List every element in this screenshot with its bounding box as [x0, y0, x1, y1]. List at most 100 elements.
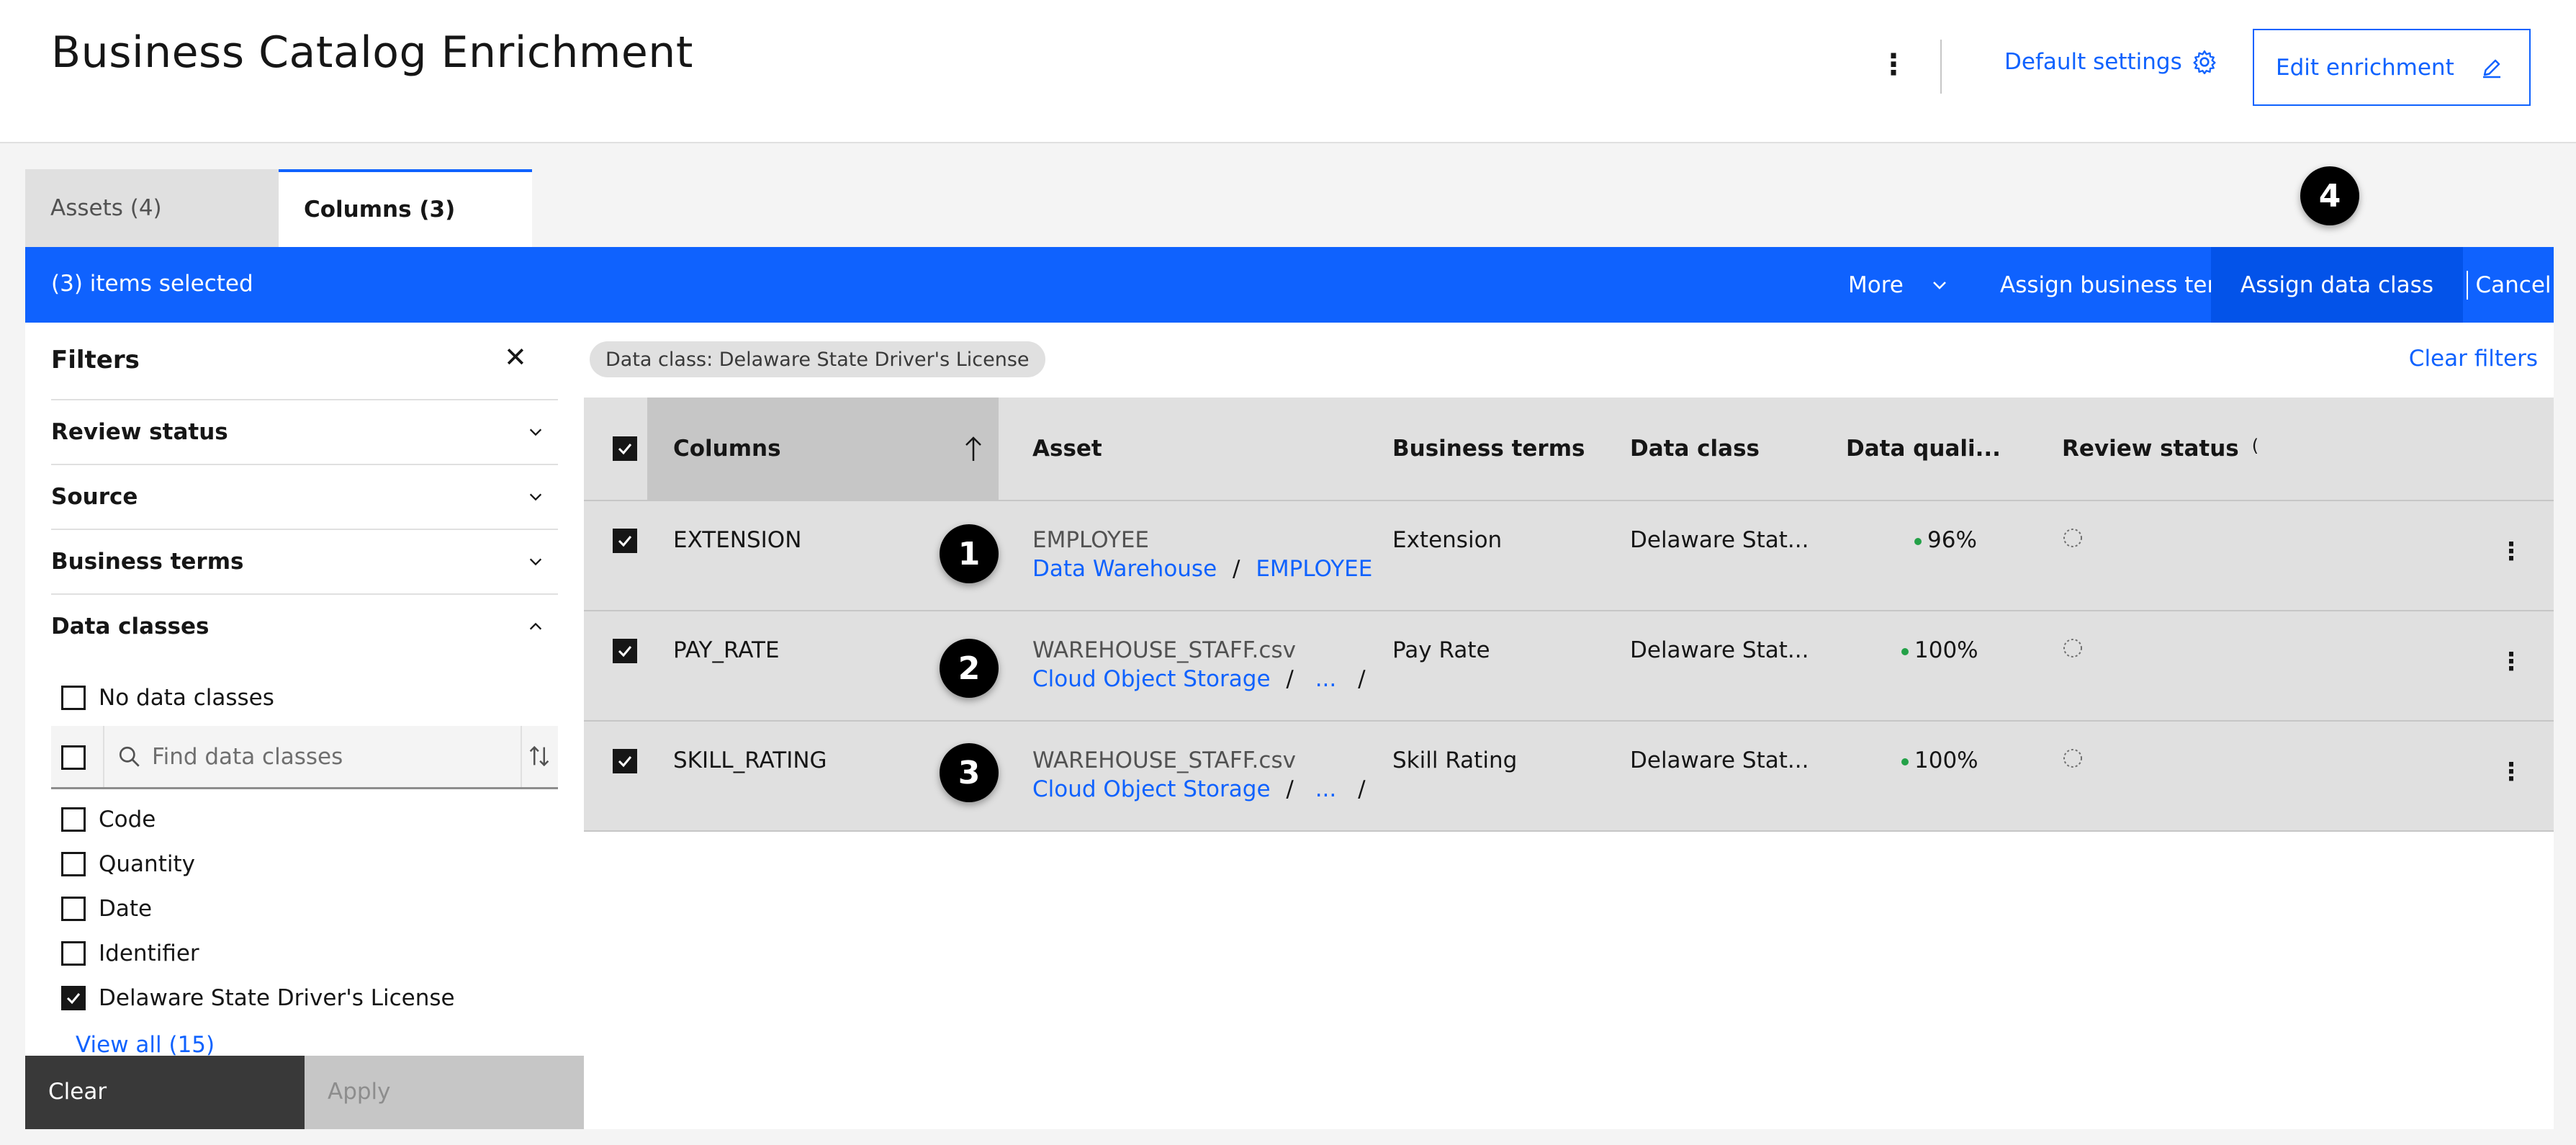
business-term[interactable]: Pay Rate: [1392, 637, 1490, 663]
row-overflow-menu-icon[interactable]: ⋮: [2499, 758, 2523, 786]
default-settings-label: Default settings: [2004, 49, 2182, 75]
view-all-link[interactable]: View all (15): [76, 1032, 215, 1058]
table-row[interactable]: EXTENSION 1 EMPLOYEE Data Warehouse / EM…: [584, 501, 2554, 611]
page-title: Business Catalog Enrichment: [51, 27, 693, 78]
select-all-checkbox[interactable]: [613, 436, 637, 461]
data-class-option[interactable]: Date: [61, 896, 152, 922]
default-settings-button[interactable]: Default settings: [2004, 49, 2217, 75]
tab-assets[interactable]: Assets (4): [25, 169, 279, 247]
search-input[interactable]: [152, 726, 497, 787]
callout-badge-2: 2: [940, 639, 999, 698]
data-class-option[interactable]: Identifier: [61, 940, 199, 966]
checkbox[interactable]: [61, 941, 86, 966]
assign-data-class-button[interactable]: Assign data class: [2211, 247, 2463, 323]
table-row[interactable]: PAY_RATE 2 WAREHOUSE_STAFF.csv Cloud Obj…: [584, 611, 2554, 722]
facet-label: Review status: [51, 419, 228, 445]
tab-columns[interactable]: Columns (3): [279, 169, 532, 247]
facet-source[interactable]: Source: [51, 464, 558, 529]
sort-icon[interactable]: [526, 743, 552, 769]
header-divider: [1940, 40, 1942, 94]
data-quality: 100%: [1901, 747, 1978, 773]
asset-path-ellipsis[interactable]: ...: [1315, 776, 1337, 802]
header-data-class[interactable]: Data class: [1630, 398, 1760, 500]
page-header: Business Catalog Enrichment ⋮ Default se…: [0, 0, 2576, 143]
callout-badge-4: 4: [2300, 166, 2359, 225]
row-overflow-menu-icon[interactable]: ⋮: [2499, 537, 2523, 566]
close-icon[interactable]: ✕: [504, 341, 527, 373]
header-columns[interactable]: Columns: [647, 398, 999, 500]
facet-review-status[interactable]: Review status: [51, 399, 558, 464]
path-separator: /: [1233, 556, 1240, 582]
asset-name: WAREHOUSE_STAFF.csv: [1032, 747, 1296, 773]
clear-button[interactable]: Clear: [25, 1056, 305, 1129]
asset-path-link[interactable]: EMPLOYEE: [1256, 556, 1372, 582]
overflow-menu-vertical-icon[interactable]: ⋮: [1879, 43, 1908, 86]
option-label: Delaware State Driver's License: [99, 985, 455, 1011]
filters-title: Filters: [51, 346, 140, 374]
cancel-button[interactable]: Cancel: [2473, 247, 2554, 323]
checkbox[interactable]: [61, 807, 86, 832]
header-review-status[interactable]: Review status (: [2062, 398, 2258, 500]
header-business-terms[interactable]: Business terms: [1392, 398, 1585, 500]
facet-data-classes[interactable]: Data classes: [51, 593, 558, 658]
asset-path: Cloud Object Storage / ... /: [1032, 776, 1366, 802]
data-class-option[interactable]: Code: [61, 807, 156, 832]
pencil-icon: [2483, 59, 2500, 78]
checkmark-icon: [618, 536, 632, 547]
callout-badge-1: 1: [940, 524, 999, 583]
asset-path-link[interactable]: Cloud Object Storage: [1032, 666, 1271, 692]
row-checkbox[interactable]: [613, 749, 637, 773]
edit-enrichment-label: Edit enrichment: [2276, 54, 2454, 81]
arrow-up-icon: [965, 436, 981, 461]
clear-filters-link[interactable]: Clear filters: [2409, 346, 2538, 372]
facet-label: Data classes: [51, 614, 210, 639]
option-label: Quantity: [99, 851, 195, 877]
facet-business-terms[interactable]: Business terms: [51, 529, 558, 593]
checkbox[interactable]: [61, 686, 86, 710]
batch-action-bar: (3) items selected More Assign business …: [25, 247, 2554, 323]
no-data-classes-option[interactable]: No data classes: [61, 685, 274, 711]
data-class-option[interactable]: Delaware State Driver's License: [61, 985, 455, 1011]
checkbox[interactable]: [61, 852, 86, 876]
select-all-checkbox[interactable]: [61, 745, 86, 770]
review-status-icon: [2063, 749, 2082, 768]
find-data-classes-search: [51, 726, 558, 789]
data-class-option[interactable]: Quantity: [61, 851, 195, 877]
quality-indicator-dot: [1901, 758, 1909, 765]
row-overflow-menu-icon[interactable]: ⋮: [2499, 647, 2523, 676]
facet-label: Source: [51, 484, 138, 510]
asset-path-link[interactable]: Cloud Object Storage: [1032, 776, 1271, 802]
header-data-quality[interactable]: Data quali...: [1846, 398, 2001, 500]
divider: [521, 726, 522, 787]
asset-path-ellipsis[interactable]: ...: [1315, 666, 1337, 692]
checkmark-icon: [618, 646, 632, 657]
business-term[interactable]: Extension: [1392, 527, 1502, 553]
selected-count: (3) items selected: [51, 271, 253, 297]
review-status-icon: [2063, 529, 2082, 547]
row-checkbox[interactable]: [613, 529, 637, 553]
header-asset[interactable]: Asset: [1032, 398, 1102, 500]
checkmark-icon: [618, 756, 632, 768]
quality-value: 100%: [1914, 747, 1978, 773]
asset-path-link[interactable]: Data Warehouse: [1032, 556, 1217, 582]
chevron-up-icon: [529, 622, 542, 630]
option-label: Date: [99, 896, 153, 922]
chevron-down-icon: [529, 428, 542, 436]
facet-label: Business terms: [51, 549, 244, 575]
path-separator: /: [1286, 666, 1294, 692]
edit-enrichment-button[interactable]: Edit enrichment: [2253, 29, 2531, 106]
checkmark-icon: [66, 993, 81, 1005]
table-header: Columns Asset Business terms Data class …: [584, 398, 2554, 501]
divider: [103, 726, 104, 787]
active-filter-tag[interactable]: Data class: Delaware State Driver's Lice…: [590, 341, 1045, 377]
apply-button[interactable]: Apply: [305, 1056, 584, 1129]
table-row[interactable]: SKILL_RATING 3 WAREHOUSE_STAFF.csv Cloud…: [584, 722, 2554, 832]
checkbox[interactable]: [61, 897, 86, 921]
data-class: Delaware Stat...: [1630, 527, 1809, 553]
row-checkbox[interactable]: [613, 639, 637, 663]
checkbox-checked[interactable]: [61, 986, 86, 1010]
business-term[interactable]: Skill Rating: [1392, 747, 1517, 773]
column-name: PAY_RATE: [673, 637, 780, 663]
more-actions-dropdown[interactable]: More: [1825, 247, 1971, 323]
data-class: Delaware Stat...: [1630, 637, 1809, 663]
